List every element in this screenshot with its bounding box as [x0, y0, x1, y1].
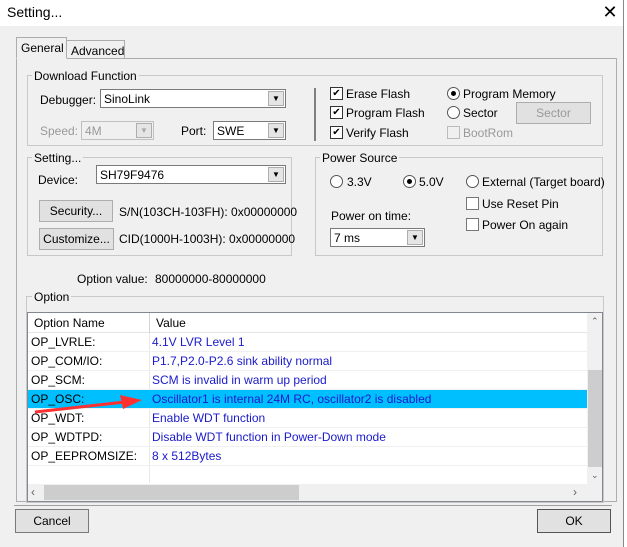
option-name: OP_WDTPD: — [31, 430, 103, 444]
table-row[interactable]: OP_WDTPD: Disable WDT function in Power-D… — [28, 428, 587, 447]
group-title: Power Source — [320, 151, 400, 165]
vertical-scroll-thumb[interactable] — [588, 370, 602, 467]
scroll-right-icon[interactable]: › — [573, 485, 577, 499]
option-name: OP_SCM: — [31, 373, 86, 387]
customize-button[interactable]: Customize... — [39, 228, 114, 250]
speed-value: 4M — [85, 124, 102, 138]
sector-button[interactable]: Sector — [516, 102, 591, 124]
table-row[interactable]: OP_SCM: SCM is invalid in warm up period — [28, 371, 587, 390]
column-header-value[interactable]: Value — [150, 313, 587, 333]
scroll-down-icon[interactable]: ⌄ — [591, 470, 599, 481]
tab-general[interactable]: General — [16, 37, 67, 59]
power-on-time-label: Power on time: — [331, 209, 412, 223]
red-arrow-annotation — [34, 395, 142, 414]
power-on-time-value: 7 ms — [334, 231, 361, 245]
sn-text: S/N(103CH-103FH): 0x00000000 — [119, 205, 298, 219]
debugger-label: Debugger: — [40, 93, 97, 107]
program-flash-checkbox[interactable]: ✔ — [330, 106, 343, 119]
title-bar: Setting... ✕ — [0, 0, 623, 26]
list-header: Option Name Value — [28, 313, 587, 333]
verify-flash-checkbox[interactable]: ✔ — [330, 126, 343, 139]
option-value-text: 80000000-80000000 — [155, 272, 266, 286]
option-name: OP_COM/IO: — [31, 354, 103, 368]
option-value: 8 x 512Bytes — [152, 449, 222, 463]
option-value: SCM is invalid in warm up period — [152, 373, 327, 387]
power-on-again-label: Power On again — [482, 218, 569, 232]
bootrom-label: BootRom — [463, 126, 514, 140]
close-icon[interactable]: ✕ — [600, 2, 620, 23]
chevron-down-icon: ▼ — [136, 123, 152, 138]
group-title: Setting... — [32, 151, 84, 165]
scroll-left-icon[interactable]: ‹ — [31, 485, 35, 499]
verify-flash-label: Verify Flash — [346, 126, 409, 140]
horizontal-scrollbar[interactable]: ‹ › — [28, 484, 602, 501]
erase-flash-checkbox[interactable]: ✔ — [330, 87, 343, 100]
table-row[interactable]: OP_LVRLE: 4.1V LVR Level 1 — [28, 333, 587, 352]
program-memory-radio[interactable] — [447, 87, 460, 100]
use-reset-pin-checkbox[interactable] — [466, 197, 479, 210]
option-value: Enable WDT function — [152, 411, 266, 425]
use-reset-pin-label: Use Reset Pin — [482, 197, 559, 211]
sector-radio[interactable] — [447, 106, 460, 119]
chevron-down-icon: ▼ — [268, 167, 284, 182]
vertical-scrollbar[interactable]: ⌃ ⌄ — [587, 313, 602, 484]
option-value: Disable WDT function in Power-Down mode — [152, 430, 386, 444]
device-label: Device: — [38, 173, 79, 187]
chevron-down-icon: ▼ — [268, 91, 284, 106]
settings-dialog: Setting... ✕ General Advanced Download F… — [0, 0, 624, 547]
cancel-button[interactable]: Cancel — [15, 509, 89, 533]
tab-advanced[interactable]: Advanced — [66, 40, 125, 59]
bootrom-checkbox — [447, 126, 460, 139]
power-on-again-checkbox[interactable] — [466, 218, 479, 231]
group-title: Download Function — [32, 69, 139, 83]
tab-label: General — [21, 41, 64, 55]
debugger-value: SinoLink — [104, 92, 151, 106]
horizontal-scroll-thumb[interactable] — [44, 485, 299, 500]
divider — [314, 88, 316, 141]
chevron-down-icon: ▼ — [268, 123, 284, 138]
option-value-label: Option value: — [77, 272, 148, 286]
group-title: Option — [32, 290, 72, 304]
table-row[interactable]: OP_COM/IO: P1.7,P2.0-P2.6 sink ability no… — [28, 352, 587, 371]
table-row[interactable]: OP_EEPROMSIZE: 8 x 512Bytes — [28, 447, 587, 466]
program-flash-label: Program Flash — [346, 106, 425, 120]
device-select[interactable]: SH79F9476 ▼ — [96, 165, 286, 184]
sector-label: Sector — [463, 106, 498, 120]
external-label: External (Target board) — [482, 175, 605, 189]
column-header-option-name[interactable]: Option Name — [28, 313, 150, 333]
scroll-up-icon[interactable]: ⌃ — [591, 316, 599, 327]
option-value: Oscillator1 is internal 24M RC, oscillat… — [152, 392, 432, 406]
voltage-5v-label: 5.0V — [419, 175, 444, 189]
option-name: OP_EEPROMSIZE: — [31, 449, 138, 463]
external-radio[interactable] — [466, 175, 479, 188]
option-value: P1.7,P2.0-P2.6 sink ability normal — [152, 354, 333, 368]
cid-text: CID(1000H-1003H): 0x00000000 — [119, 232, 296, 246]
chevron-down-icon: ▼ — [407, 230, 423, 245]
erase-flash-label: Erase Flash — [346, 87, 411, 101]
voltage-3v3-radio[interactable] — [330, 175, 343, 188]
option-name: OP_LVRLE: — [31, 335, 96, 349]
security-button[interactable]: Security... — [39, 200, 113, 222]
window-title: Setting... — [7, 4, 63, 20]
option-value: 4.1V LVR Level 1 — [152, 335, 245, 349]
speed-select: 4M ▼ — [81, 121, 154, 140]
port-select[interactable]: SWE ▼ — [213, 121, 286, 140]
device-value: SH79F9476 — [100, 168, 165, 182]
program-memory-label: Program Memory — [463, 87, 556, 101]
ok-button[interactable]: OK — [537, 509, 611, 533]
tab-label: Advanced — [71, 44, 125, 58]
speed-label: Speed: — [40, 124, 79, 138]
power-on-time-select[interactable]: 7 ms ▼ — [330, 228, 425, 247]
debugger-select[interactable]: SinoLink ▼ — [100, 89, 286, 108]
divider — [14, 505, 612, 506]
voltage-5v-radio[interactable] — [403, 175, 416, 188]
port-value: SWE — [217, 124, 245, 138]
port-label: Port: — [181, 124, 207, 138]
voltage-3v3-label: 3.3V — [347, 175, 372, 189]
